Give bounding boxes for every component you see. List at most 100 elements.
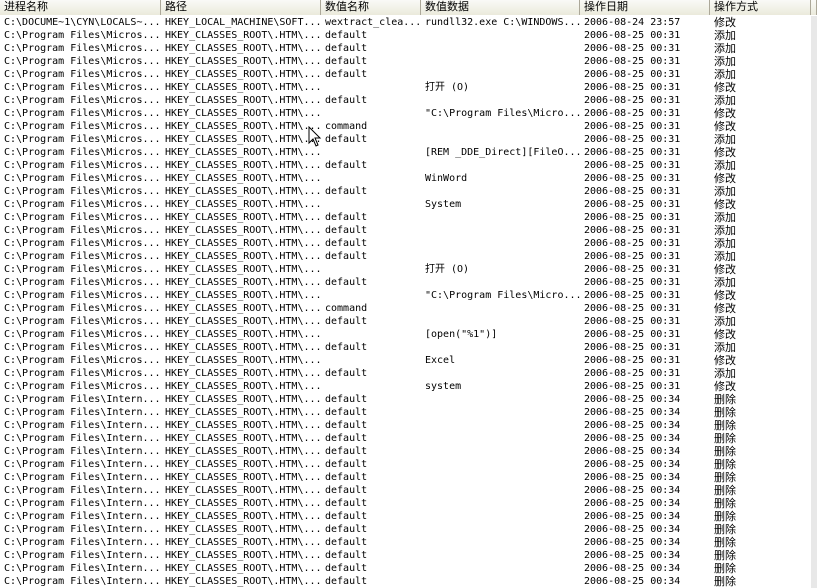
value-data-cell: 打开 (O) [425,82,470,93]
column-header-operation[interactable]: 操作方式 [710,0,811,15]
operation-cell: 添加 [714,55,736,68]
path-cell: HKEY_CLASSES_ROOT\.HTM\... [165,43,321,54]
column-header-date[interactable]: 操作日期 [580,0,710,15]
extra-cell [811,16,817,29]
date-cell: 2006-08-25 00:34 [584,407,681,418]
extra-cell [811,289,817,302]
table-row[interactable]: C:\Program Files\Micros... HKEY_CLASSES_R… [0,302,817,315]
extra-cell [811,172,817,185]
date-cell: 2006-08-25 00:31 [584,329,681,340]
table-row[interactable]: C:\Program Files\Micros... HKEY_CLASSES_R… [0,276,817,289]
table-row[interactable]: C:\Program Files\Intern... HKEY_CLASSES_R… [0,445,817,458]
table-row[interactable]: C:\Program Files\Micros... HKEY_CLASSES_R… [0,328,817,341]
process-name-cell: C:\Program Files\Micros... [4,121,161,132]
table-row[interactable]: C:\Program Files\Micros... HKEY_CLASSES_R… [0,224,817,237]
table-row[interactable]: C:\Program Files\Micros... HKEY_CLASSES_R… [0,42,817,55]
table-row[interactable]: C:\Program Files\Intern... HKEY_CLASSES_R… [0,484,817,497]
table-row[interactable]: C:\Program Files\Micros... HKEY_CLASSES_R… [0,146,817,159]
table-row[interactable]: C:\DOCUME~1\CYN\LOCALS~... HKEY_LOCAL_MAC… [0,16,817,29]
table-row[interactable]: C:\Program Files\Intern... HKEY_CLASSES_R… [0,406,817,419]
table-row[interactable]: C:\Program Files\Intern... HKEY_CLASSES_R… [0,562,817,575]
table-row[interactable]: C:\Program Files\Intern... HKEY_CLASSES_R… [0,471,817,484]
value-name-cell [321,198,421,211]
table-row[interactable]: C:\Program Files\Micros... HKEY_CLASSES_R… [0,367,817,380]
table-row[interactable]: C:\Program Files\Micros... HKEY_CLASSES_R… [0,380,817,393]
value-data-cell [421,224,580,237]
table-row[interactable]: C:\Program Files\Intern... HKEY_CLASSES_R… [0,419,817,432]
table-row[interactable]: C:\Program Files\Micros... HKEY_CLASSES_R… [0,172,817,185]
table-row[interactable]: C:\Program Files\Intern... HKEY_CLASSES_R… [0,536,817,549]
date-cell: 2006-08-25 00:31 [584,303,681,314]
operation-cell: 修改 [714,146,736,159]
value-data-cell [421,497,580,510]
table-row[interactable]: C:\Program Files\Micros... HKEY_CLASSES_R… [0,354,817,367]
process-name-cell: C:\Program Files\Intern... [4,472,161,483]
column-header-path[interactable]: 路径 [161,0,321,15]
date-cell: 2006-08-25 00:31 [584,342,681,353]
table-row[interactable]: C:\Program Files\Micros... HKEY_CLASSES_R… [0,68,817,81]
table-row[interactable]: C:\Program Files\Micros... HKEY_CLASSES_R… [0,81,817,94]
value-name-cell: default [325,524,368,535]
table-row[interactable]: C:\Program Files\Micros... HKEY_CLASSES_R… [0,263,817,276]
registry-log-list[interactable]: C:\DOCUME~1\CYN\LOCALS~... HKEY_LOCAL_MAC… [0,16,817,588]
path-cell: HKEY_CLASSES_ROOT\.HTM\... [165,82,321,93]
column-header-value-data[interactable]: 数值数据 [421,0,580,15]
table-row[interactable]: C:\Program Files\Micros... HKEY_CLASSES_R… [0,29,817,42]
table-row[interactable]: C:\Program Files\Intern... HKEY_CLASSES_R… [0,523,817,536]
table-row[interactable]: C:\Program Files\Micros... HKEY_CLASSES_R… [0,315,817,328]
table-row[interactable]: C:\Program Files\Micros... HKEY_CLASSES_R… [0,185,817,198]
table-row[interactable]: C:\Program Files\Micros... HKEY_CLASSES_R… [0,94,817,107]
path-cell: HKEY_CLASSES_ROOT\.HTM\... [165,30,321,41]
operation-cell: 添加 [714,185,736,198]
table-row[interactable]: C:\Program Files\Micros... HKEY_CLASSES_R… [0,289,817,302]
table-row[interactable]: C:\Program Files\Micros... HKEY_CLASSES_R… [0,237,817,250]
table-row[interactable]: C:\Program Files\Micros... HKEY_CLASSES_R… [0,198,817,211]
path-cell: HKEY_CLASSES_ROOT\.HTM\... [165,355,321,366]
value-data-cell: "C:\Program Files\Micro... [425,108,580,119]
table-row[interactable]: C:\Program Files\Intern... HKEY_CLASSES_R… [0,432,817,445]
path-cell: HKEY_CLASSES_ROOT\.HTM\... [165,342,321,353]
value-name-cell: default [325,277,368,288]
date-cell: 2006-08-25 00:31 [584,368,681,379]
value-data-cell [421,523,580,536]
value-name-cell: default [325,342,368,353]
table-row[interactable]: C:\Program Files\Intern... HKEY_CLASSES_R… [0,393,817,406]
operation-cell: 删除 [714,393,736,406]
process-name-cell: C:\Program Files\Micros... [4,160,161,171]
operation-cell: 添加 [714,159,736,172]
path-cell: HKEY_CLASSES_ROOT\.HTM\... [165,394,321,405]
value-data-cell: Excel [425,355,456,366]
table-row[interactable]: C:\Program Files\Intern... HKEY_CLASSES_R… [0,497,817,510]
value-data-cell: [open("%1")] [425,329,498,340]
process-name-cell: C:\Program Files\Micros... [4,316,161,327]
table-row[interactable]: C:\Program Files\Micros... HKEY_CLASSES_R… [0,250,817,263]
column-header-extra[interactable] [811,0,817,15]
date-cell: 2006-08-25 00:31 [584,160,681,171]
table-row[interactable]: C:\Program Files\Intern... HKEY_CLASSES_R… [0,510,817,523]
table-row[interactable]: C:\Program Files\Micros... HKEY_CLASSES_R… [0,55,817,68]
date-cell: 2006-08-25 00:31 [584,173,681,184]
table-row[interactable]: C:\Program Files\Micros... HKEY_CLASSES_R… [0,341,817,354]
column-header-process-name[interactable]: 进程名称 [0,0,161,15]
table-row[interactable]: C:\Program Files\Micros... HKEY_CLASSES_R… [0,211,817,224]
extra-cell [811,81,817,94]
date-cell: 2006-08-25 00:34 [584,433,681,444]
value-name-cell: default [325,394,368,405]
path-cell: HKEY_CLASSES_ROOT\.HTM\... [165,160,321,171]
table-row[interactable]: C:\Program Files\Micros... HKEY_CLASSES_R… [0,133,817,146]
value-name-cell: default [325,459,368,470]
table-row[interactable]: C:\Program Files\Micros... HKEY_CLASSES_R… [0,159,817,172]
operation-cell: 添加 [714,341,736,354]
operation-cell: 删除 [714,536,736,549]
value-data-cell [421,55,580,68]
value-name-cell: wextract_clea... [325,17,421,28]
extra-cell [811,328,817,341]
column-header-value-name[interactable]: 数值名称 [321,0,421,15]
table-row[interactable]: C:\Program Files\Micros... HKEY_CLASSES_R… [0,107,817,120]
table-row[interactable]: C:\Program Files\Intern... HKEY_CLASSES_R… [0,458,817,471]
value-name-cell: default [325,69,368,80]
operation-cell: 修改 [714,263,736,276]
table-row[interactable]: C:\Program Files\Micros... HKEY_CLASSES_R… [0,120,817,133]
extra-cell [811,42,817,55]
table-row[interactable]: C:\Program Files\Intern... HKEY_CLASSES_R… [0,549,817,562]
